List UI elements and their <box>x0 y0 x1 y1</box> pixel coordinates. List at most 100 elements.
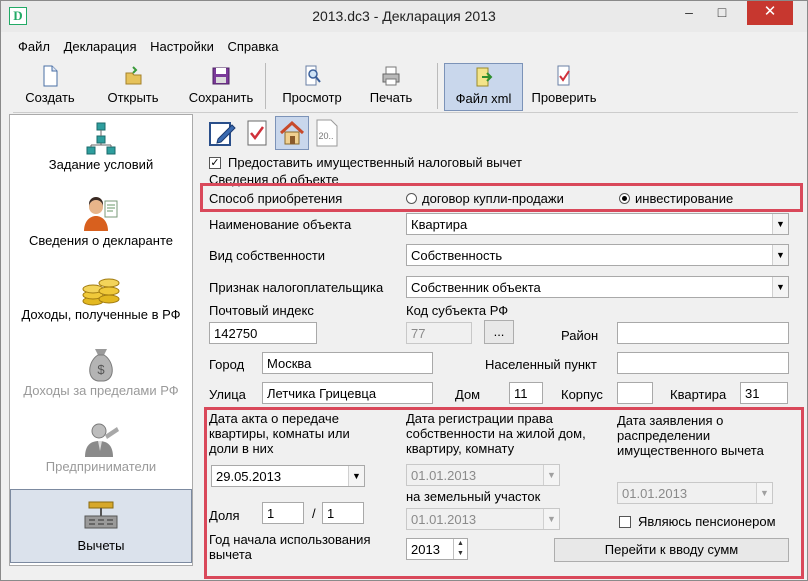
building-input[interactable] <box>617 382 653 404</box>
tab-checklist[interactable] <box>240 116 274 150</box>
money-bag-icon: $ <box>89 349 113 382</box>
businessman-icon <box>85 423 119 457</box>
taxpayer-sign-select[interactable]: Собственник объекта ▼ <box>406 276 789 298</box>
apartment-label: Квартира <box>670 387 727 402</box>
sidebar-label: Вычеты <box>77 538 125 553</box>
ownership-select[interactable]: Собственность ▼ <box>406 244 789 266</box>
goto-amounts-button[interactable]: Перейти к вводу сумм <box>554 538 789 562</box>
sidebar-label: Сведения о декларанте <box>29 233 173 248</box>
deductions-icon <box>84 501 118 529</box>
floppy-disk-icon <box>212 67 230 85</box>
district-label: Район <box>561 328 599 343</box>
apartment-input[interactable]: 31 <box>740 382 788 404</box>
sidebar-item-entrepreneurs[interactable]: Предприниматели <box>10 421 192 487</box>
transfer-act-date-value: 29.05.2013 <box>216 469 282 484</box>
ownership-value: Собственность <box>411 248 503 263</box>
investment-radio[interactable] <box>619 193 630 204</box>
postal-code-label: Почтовый индекс <box>209 303 314 318</box>
save-label: Сохранить <box>188 90 254 105</box>
app-window: D 2013.dc3 - Декларация 2013 – □ ✕ Файл … <box>0 0 808 581</box>
open-button[interactable]: Открыть <box>105 63 161 111</box>
taxpayer-sign-label: Признак налогоплательщика <box>209 280 384 295</box>
chevron-down-icon: ▼ <box>772 277 788 297</box>
pensioner-checkbox[interactable] <box>619 516 631 528</box>
registration-date-value: 01.01.2013 <box>411 468 477 483</box>
create-button[interactable]: Создать <box>21 63 79 111</box>
toolbar-separator <box>437 63 438 109</box>
print-label: Печать <box>369 90 413 105</box>
street-label: Улица <box>209 387 246 402</box>
coins-icon <box>82 278 120 306</box>
menu-help[interactable]: Справка <box>222 37 283 56</box>
preview-button[interactable]: Просмотр <box>275 63 349 111</box>
house-label: Дом <box>455 387 481 402</box>
locality-label: Населенный пункт <box>485 357 597 372</box>
pensioner-label: Являюсь пенсионером <box>638 514 776 529</box>
svg-text:$: $ <box>97 362 105 377</box>
create-label: Создать <box>25 90 75 105</box>
sidebar-label: Доходы, полученные в РФ <box>21 307 181 322</box>
title-bar: D 2013.dc3 - Декларация 2013 – □ ✕ <box>1 1 807 32</box>
print-button[interactable]: Печать <box>363 63 419 111</box>
city-input[interactable]: Москва <box>262 352 433 374</box>
tab-property-form[interactable] <box>205 116 239 150</box>
magnifier-document-icon <box>305 65 321 86</box>
start-year-label: Год начала использования вычета <box>209 532 371 562</box>
application-date-label: Дата заявления о распределении имуществе… <box>617 413 764 458</box>
street-input[interactable]: Летчика Грицевца <box>262 382 433 404</box>
registration-date-label: Дата регистрации права собственности на … <box>406 411 586 456</box>
menu-declaration[interactable]: Декларация <box>59 37 142 56</box>
locality-input[interactable] <box>617 352 789 374</box>
postal-code-input[interactable]: 142750 <box>209 322 317 344</box>
maximize-button[interactable]: □ <box>706 1 738 25</box>
building-label: Корпус <box>561 387 603 402</box>
menu-file[interactable]: Файл <box>13 37 55 56</box>
menu-settings[interactable]: Настройки <box>145 37 219 56</box>
chevron-down-icon: ▼ <box>772 214 788 234</box>
house-input[interactable]: 11 <box>509 382 543 404</box>
save-button[interactable]: Сохранить <box>181 63 261 111</box>
check-button[interactable]: Проверить <box>527 63 601 111</box>
provide-deduction-checkbox[interactable]: ✓ <box>209 157 221 169</box>
close-button[interactable]: ✕ <box>747 1 793 25</box>
region-code-lookup-button[interactable]: ... <box>484 320 514 344</box>
application-date-picker[interactable]: 01.01.2013 ▼ <box>617 482 773 504</box>
region-code-input[interactable]: 77 <box>406 322 472 344</box>
tab-document[interactable]: 20.. <box>310 116 344 150</box>
tab-property[interactable] <box>275 116 309 150</box>
sidebar: Задание условий Сведения о декларанте До… <box>9 114 193 566</box>
xml-file-button[interactable]: Файл xml <box>444 63 523 111</box>
house-icon <box>279 120 305 145</box>
sidebar-item-declarant[interactable]: Сведения о декларанте <box>10 195 192 261</box>
sidebar-item-income-abroad[interactable]: $ Доходы за пределами РФ <box>10 345 192 411</box>
checklist-icon <box>557 65 570 86</box>
registration-date-picker[interactable]: 01.01.2013 ▼ <box>406 464 560 486</box>
provide-deduction-label: Предоставить имущественный налоговый выч… <box>228 155 522 170</box>
application-date-value: 01.01.2013 <box>622 486 688 501</box>
minimize-button[interactable]: – <box>673 1 705 25</box>
start-year-value: 2013 <box>411 542 440 557</box>
transfer-act-date-picker[interactable]: 29.05.2013 ▼ <box>211 465 365 487</box>
object-name-select[interactable]: Квартира ▼ <box>406 213 789 235</box>
share-denominator-input[interactable]: 1 <box>322 502 364 524</box>
share-numerator-input[interactable]: 1 <box>262 502 304 524</box>
sidebar-item-income-rf[interactable]: Доходы, полученные в РФ <box>10 271 192 337</box>
document-tab-icon: 20.. <box>316 119 338 147</box>
sidebar-item-deductions[interactable]: Вычеты <box>10 489 192 563</box>
land-date-picker[interactable]: 01.01.2013 ▼ <box>406 508 560 530</box>
xml-export-icon <box>476 67 492 87</box>
spin-up-icon[interactable]: ▲ <box>454 539 467 549</box>
toolbar: Создать Открыть Сохранить Просмотр Печат… <box>13 61 798 113</box>
transfer-act-date-label: Дата акта о передаче квартиры, комнаты и… <box>209 411 350 456</box>
year-spinner[interactable]: ▲ ▼ <box>453 539 467 559</box>
sidebar-label: Предприниматели <box>45 459 157 474</box>
spin-down-icon[interactable]: ▼ <box>454 549 467 559</box>
check-label: Проверить <box>531 90 597 105</box>
sidebar-item-conditions[interactable]: Задание условий <box>10 121 192 187</box>
start-year-input[interactable]: 2013 ▲ ▼ <box>406 538 468 560</box>
menu-bar: Файл Декларация Настройки Справка <box>13 37 283 59</box>
district-input[interactable] <box>617 322 789 344</box>
network-icon <box>86 122 116 155</box>
land-date-label: на земельный участок <box>406 489 541 504</box>
purchase-contract-radio[interactable] <box>406 193 417 204</box>
